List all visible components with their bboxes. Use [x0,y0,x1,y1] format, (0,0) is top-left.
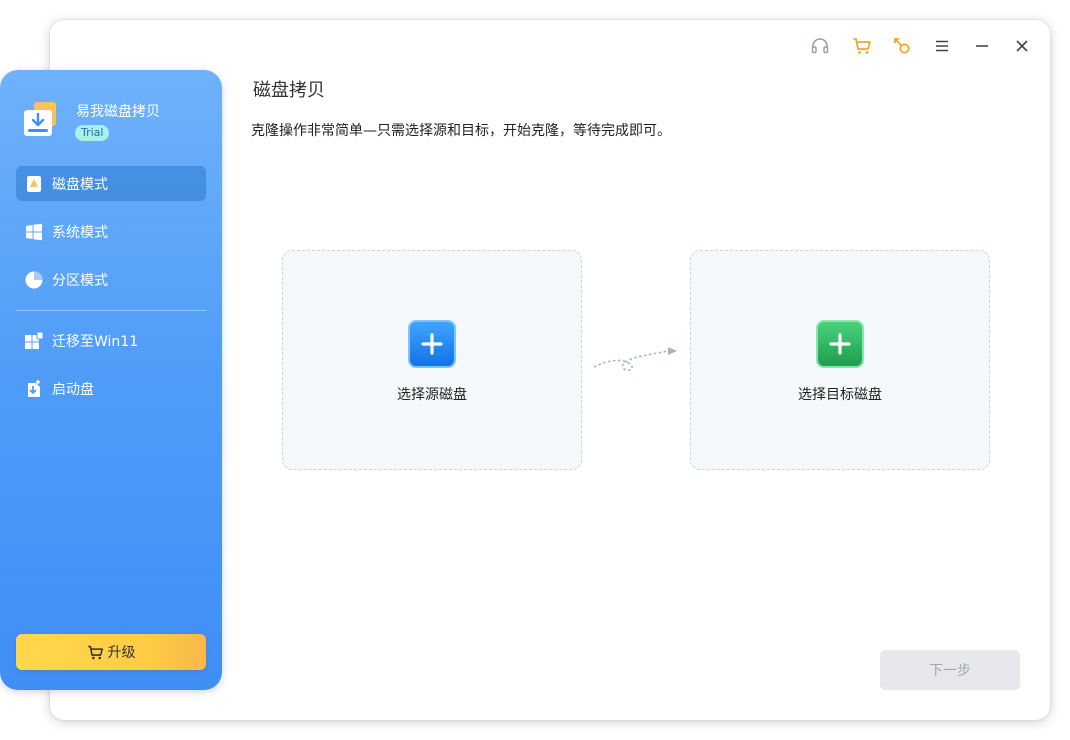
sidebar-item-label: 分区模式 [52,272,108,289]
sidebar-item-migrate-win11[interactable]: 迁移至Win11 [16,323,206,358]
select-source-disk-card[interactable]: 选择源磁盘 [282,250,582,470]
brand: 易我磁盘拷贝 Trial [22,98,212,148]
select-target-disk-card[interactable]: 选择目标磁盘 [690,250,990,470]
win11-migrate-icon [24,331,44,351]
sidebar-divider [16,310,206,311]
sidebar-item-label: 磁盘模式 [52,176,108,193]
sidebar-item-system-mode[interactable]: 系统模式 [16,214,206,249]
sidebar-item-partition-mode[interactable]: 分区模式 [16,262,206,297]
source-disk-label: 选择源磁盘 [397,387,467,403]
target-disk-label: 选择目标磁盘 [798,387,882,403]
headset-icon[interactable] [808,34,832,58]
cart-icon[interactable] [850,34,874,58]
cart-icon [87,644,104,661]
sidebar-item-label: 迁移至Win11 [52,333,139,350]
app-logo-icon [24,102,56,136]
sidebar-item-label: 启动盘 [52,381,94,398]
next-step-button[interactable]: 下一步 [880,650,1020,690]
upgrade-label: 升级 [107,645,136,661]
minimize-icon[interactable] [970,34,994,58]
windows-icon [24,222,44,242]
upgrade-button[interactable]: 升级 [16,634,206,670]
sidebar-item-disk-mode[interactable]: 磁盘模式 [16,166,206,201]
sidebar-item-label: 系统模式 [52,224,108,241]
disk-mode-icon [24,174,44,194]
menu-icon[interactable] [930,34,954,58]
trial-badge: Trial [75,125,110,141]
pie-chart-icon [24,270,44,290]
add-source-icon[interactable] [408,320,456,368]
add-target-icon[interactable] [816,320,864,368]
boot-disk-icon [24,379,44,399]
app-name: 易我磁盘拷贝 [76,104,160,120]
page-title: 磁盘拷贝 [253,80,325,101]
key-icon[interactable] [890,34,914,58]
page-description: 克隆操作非常简单—只需选择源和目标，开始克隆，等待完成即可。 [251,123,671,139]
sidebar-item-boot-disk[interactable]: 启动盘 [16,371,206,406]
arrow-icon [593,347,677,372]
sidebar: 易我磁盘拷贝 Trial 磁盘模式 系统模式 分区模式 迁移至Win11 启动盘 [0,70,222,690]
close-icon[interactable] [1010,34,1034,58]
